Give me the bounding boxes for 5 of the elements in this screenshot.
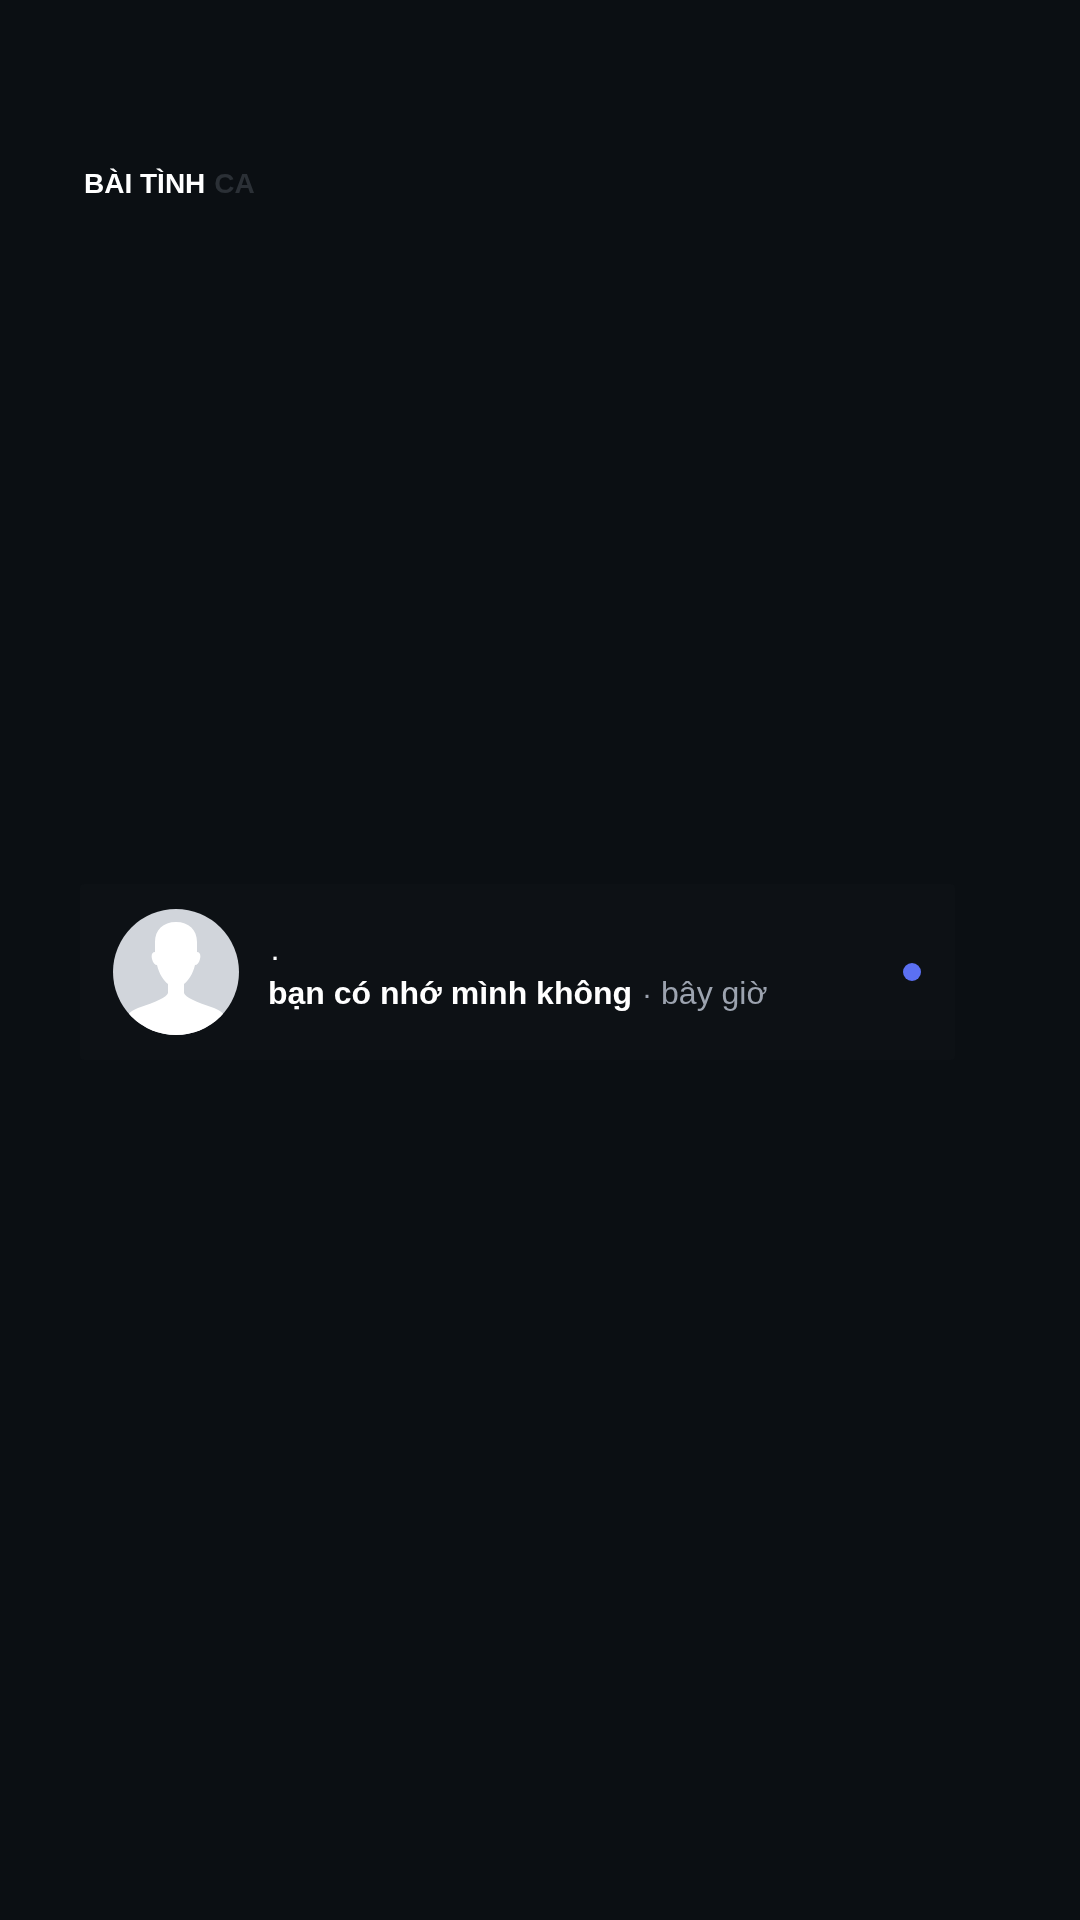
sender-name: . [272,939,279,966]
separator: · [642,975,653,1012]
message-text: bạn có nhớ mình không [268,973,633,1013]
timestamp: bây giờ [661,973,768,1013]
title-text: BÀI TÌNH [84,168,206,200]
